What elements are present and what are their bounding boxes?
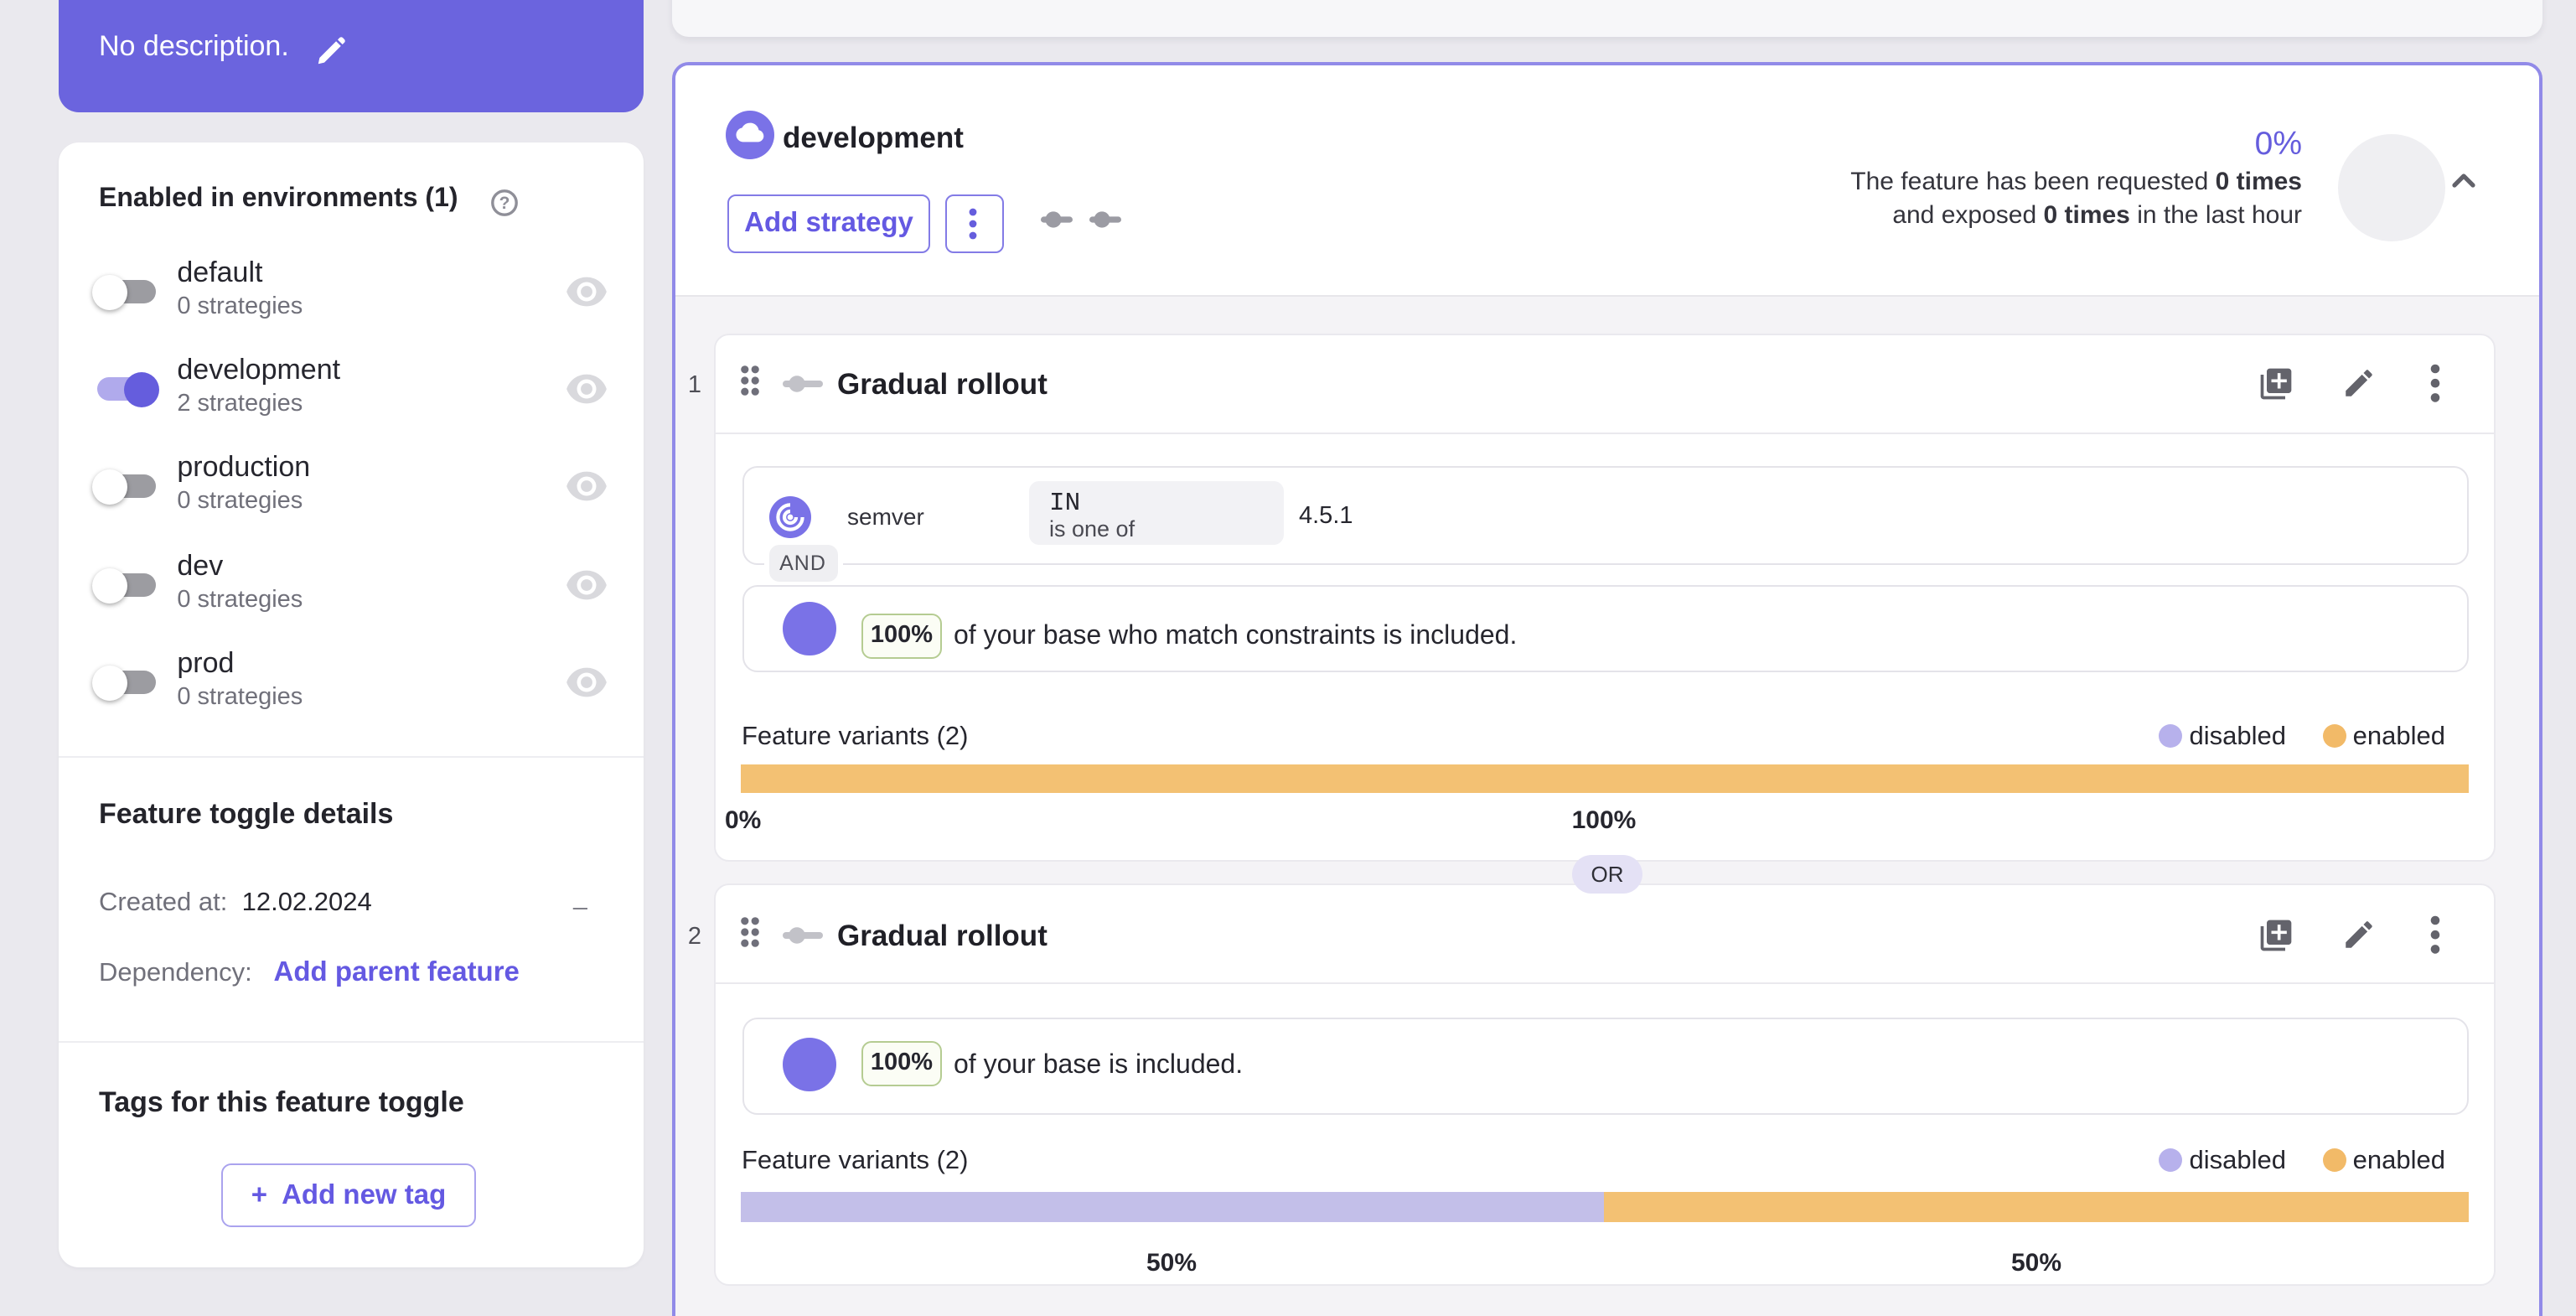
svg-text:?: ? [499,194,510,213]
